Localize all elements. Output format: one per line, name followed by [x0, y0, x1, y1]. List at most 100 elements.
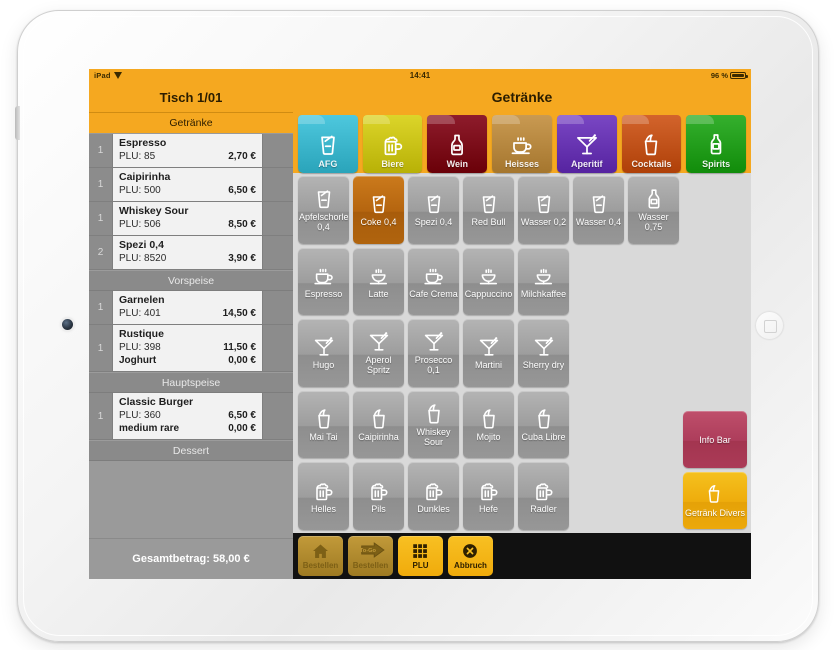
order-row-qty: 1	[89, 325, 112, 371]
product-button-dunkles[interactable]: Dunkles	[408, 462, 459, 530]
product-button-martini[interactable]: Martini	[463, 319, 514, 387]
order-row[interactable]: 1 Garnelen PLU: 401 14,50 €	[89, 291, 293, 325]
tumbler-icon	[367, 407, 391, 431]
product-button-sherry-dry[interactable]: Sherry dry	[518, 319, 569, 387]
category-button-heisses[interactable]: Heisses	[492, 115, 552, 173]
product-button-helles[interactable]: Helles	[298, 462, 349, 530]
product-button-prosecco-0-1[interactable]: Prosecco 0,1	[408, 319, 459, 387]
order-row[interactable]: 1 Rustique PLU: 398 11,50 € Joghurt 0,00 €	[89, 325, 293, 372]
product-button-mojito[interactable]: Mojito	[463, 390, 514, 459]
category-button-aperitif[interactable]: Aperitif	[556, 115, 617, 173]
product-label: Espresso	[304, 288, 343, 299]
sleep-wake-button[interactable]	[15, 106, 20, 140]
toolbar-button-abbruch[interactable]: Abbruch	[448, 536, 493, 576]
category-button-biere[interactable]: Biere	[362, 115, 423, 173]
product-button-whiskey-sour[interactable]: Whiskey Sour	[408, 390, 459, 459]
cocktail-icon	[532, 335, 556, 359]
category-label: AFG	[318, 159, 338, 169]
glass-straw-icon	[312, 187, 336, 211]
side-button-label: Info Bar	[699, 435, 731, 445]
order-row-name: Whiskey Sour	[119, 205, 189, 217]
toolbar-button-bestellen[interactable]: Bestellen	[298, 536, 343, 576]
product-button-radler[interactable]: Radler	[518, 462, 569, 530]
product-label: Spezi 0,4	[414, 217, 453, 228]
category-label: Biere	[381, 159, 404, 169]
product-label: Cappuccino	[464, 288, 513, 299]
toolbar-button-bestellen-to-go[interactable]: To-Go Bestellen	[348, 536, 393, 576]
glass-straw-icon	[315, 132, 341, 158]
home-square-icon	[764, 320, 777, 333]
product-button-hefe[interactable]: Hefe	[463, 462, 514, 530]
order-row-price: 3,90 €	[228, 253, 256, 264]
order-row-name: Caipirinha	[119, 171, 171, 183]
beer-mug-icon	[312, 479, 336, 503]
product-button-cafe-crema[interactable]: Cafe Crema	[408, 247, 459, 316]
product-button-cuba-libre[interactable]: Cuba Libre	[518, 390, 569, 459]
toolbar-button-plu[interactable]: PLU	[398, 536, 443, 576]
product-button-apfelschorle-0-4[interactable]: Apfelschorle 0,4	[298, 176, 349, 244]
cancel-x-icon	[461, 542, 481, 560]
order-pane: Tisch 1/01 Getränke 1 Espresso PLU: 85 2,70…	[89, 82, 293, 579]
right-pane: Getränke AFG Biere Wein Heisses Aperitif Cock…	[293, 82, 751, 579]
product-button-aperol-spritz[interactable]: Aperol Spritz	[353, 319, 404, 387]
order-row-plu: PLU: 401	[119, 308, 161, 319]
order-row-qty: 2	[89, 236, 112, 269]
order-row[interactable]: 2 Spezi 0,4 PLU: 8520 3,90 €	[89, 236, 293, 270]
toolbar-button-label: Bestellen	[352, 561, 389, 570]
product-button-milchkaffee[interactable]: Milchkaffee	[518, 247, 569, 316]
category-button-cocktails[interactable]: Cocktails	[621, 115, 682, 173]
product-grid-wrap: Apfelschorle 0,4 Coke 0,4 Spezi 0,4 Red Bul…	[293, 173, 751, 533]
product-label: Coke 0,4	[360, 217, 397, 228]
category-button-wein[interactable]: Wein	[427, 115, 488, 173]
order-row-tail	[262, 325, 293, 371]
folder-tab-shape	[298, 115, 326, 124]
latte-glass-icon	[367, 264, 391, 288]
order-row-item: Spezi 0,4 PLU: 8520 3,90 €	[112, 236, 262, 269]
product-button-hugo[interactable]: Hugo	[298, 319, 349, 387]
order-list[interactable]: 1 Espresso PLU: 85 2,70 € 1 Caipirinha PLU: 50…	[89, 134, 293, 538]
cocktail-icon	[477, 335, 501, 359]
category-button-spirits[interactable]: Spirits	[686, 115, 747, 173]
product-button-wasser-0-2[interactable]: Wasser 0,2	[518, 176, 569, 244]
category-button-afg[interactable]: AFG	[298, 115, 358, 173]
tumbler-icon	[532, 407, 556, 431]
table-title: Tisch 1/01	[89, 82, 293, 113]
order-section-header: Hauptspeise	[89, 372, 293, 393]
product-slot-empty	[573, 391, 624, 459]
glass-straw-icon	[477, 192, 501, 216]
order-row-item: Garnelen PLU: 401 14,50 €	[112, 291, 262, 324]
category-label: Aperitif	[570, 159, 603, 169]
product-button-latte[interactable]: Latte	[353, 247, 404, 316]
order-section-header: Dessert	[89, 440, 293, 461]
side-button-getr-nk-divers[interactable]: Getränk Divers	[683, 472, 747, 529]
product-button-wasser-0-75[interactable]: Wasser 0,75	[628, 176, 679, 244]
product-button-mai-tai[interactable]: Mai Tai	[298, 390, 349, 459]
order-row-qty: 1	[89, 291, 112, 324]
order-row[interactable]: 1 Classic Burger PLU: 360 6,50 € medium rare…	[89, 393, 293, 440]
product-button-red-bull[interactable]: Red Bull	[463, 176, 514, 244]
order-row-plu: PLU: 360	[119, 410, 161, 421]
product-button-caipirinha[interactable]: Caipirinha	[353, 390, 404, 459]
product-button-wasser-0-4[interactable]: Wasser 0,4	[573, 176, 624, 244]
battery-icon	[730, 72, 748, 79]
order-row[interactable]: 1 Caipirinha PLU: 500 6,50 €	[89, 168, 293, 202]
folder-tab-shape	[492, 115, 520, 124]
product-button-pils[interactable]: Pils	[353, 462, 404, 530]
product-label: Radler	[530, 503, 557, 514]
product-label: Latte	[368, 288, 389, 299]
toolbar-button-label: Abbruch	[454, 561, 487, 570]
order-row[interactable]: 1 Espresso PLU: 85 2,70 €	[89, 134, 293, 168]
side-button-info-bar[interactable]: Info Bar	[683, 411, 747, 468]
product-button-coke-0-4[interactable]: Coke 0,4	[353, 176, 404, 244]
product-label: Wasser 0,4	[575, 217, 622, 228]
order-row-qty: 1	[89, 168, 112, 201]
order-row-tail	[262, 168, 293, 201]
product-label: Martini	[474, 360, 502, 371]
wine-bottle-icon	[642, 187, 666, 211]
home-button[interactable]	[755, 311, 784, 340]
product-button-espresso[interactable]: Espresso	[298, 247, 349, 316]
product-button-cappuccino[interactable]: Cappuccino	[463, 247, 514, 316]
product-button-spezi-0-4[interactable]: Spezi 0,4	[408, 176, 459, 244]
order-row[interactable]: 1 Whiskey Sour PLU: 506 8,50 €	[89, 202, 293, 236]
category-label: Wein	[446, 159, 468, 169]
